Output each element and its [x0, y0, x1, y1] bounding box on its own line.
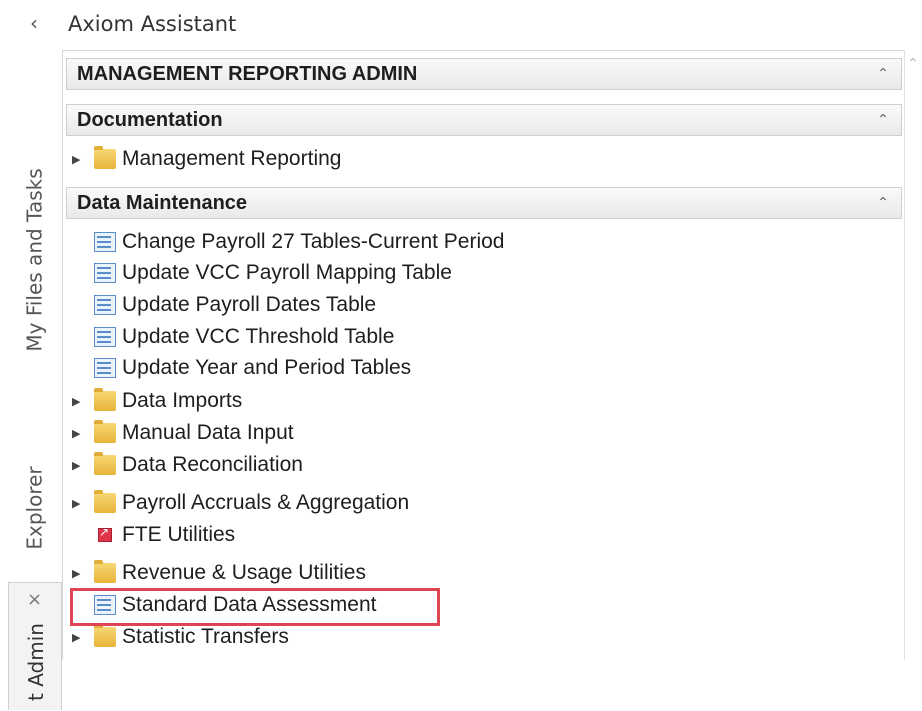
report-icon: [94, 327, 116, 347]
tree-item-label: Manual Data Input: [122, 421, 294, 444]
tree-item-label: Update VCC Threshold Table: [122, 325, 395, 348]
tree-item-label: Payroll Accruals & Aggregation: [122, 491, 410, 514]
expand-arrow-icon[interactable]: ▶: [72, 153, 90, 166]
highlight-box: [70, 588, 440, 626]
tree-item-change-payroll-27-tables[interactable]: Change Payroll 27 Tables-Current Period: [66, 227, 902, 257]
report-icon: [94, 263, 116, 283]
tree-item-manual-data-input[interactable]: ▶ Manual Data Input: [66, 418, 902, 448]
section-header-data-maintenance[interactable]: Data Maintenance ⌃: [66, 187, 902, 219]
tree-item-statistic-transfers[interactable]: ▶ Statistic Transfers: [66, 622, 902, 652]
tree-item-revenue-usage-utilities[interactable]: ▶ Revenue & Usage Utilities: [66, 558, 902, 588]
tree-item-update-vcc-payroll-mapping-table[interactable]: Update VCC Payroll Mapping Table: [66, 258, 902, 288]
folder-icon: [94, 624, 116, 647]
section-title: Data Maintenance: [77, 191, 248, 214]
assistant-header: ‹ Axiom Assistant: [0, 0, 922, 48]
section-title: Documentation: [77, 108, 223, 131]
expand-arrow-icon[interactable]: ▶: [72, 459, 90, 472]
tree-item-data-reconciliation[interactable]: ▶ Data Reconciliation: [66, 450, 902, 480]
tree-item-label: Revenue & Usage Utilities: [122, 561, 366, 584]
folder-icon: [94, 560, 116, 583]
collapse-panel-icon[interactable]: ‹: [22, 8, 46, 38]
tree-item-label: Change Payroll 27 Tables-Current Period: [122, 230, 505, 253]
tree-item-label: Update Year and Period Tables: [122, 356, 412, 379]
tab-label: My Files and Tasks: [23, 168, 48, 352]
tree-item-fte-utilities[interactable]: FTE Utilities: [66, 520, 902, 550]
tab-explorer[interactable]: Explorer: [8, 445, 62, 570]
scroll-up-icon[interactable]: ⌃: [907, 56, 919, 72]
close-tab-icon[interactable]: ×: [27, 589, 42, 610]
tree-item-management-reporting[interactable]: ▶ Management Reporting: [66, 144, 902, 174]
collapse-chevron-icon[interactable]: ⌃: [865, 112, 901, 128]
tree-item-update-vcc-threshold-table[interactable]: Update VCC Threshold Table: [66, 322, 902, 352]
folder-icon: [94, 388, 116, 411]
tree-item-label: Statistic Transfers: [122, 625, 289, 648]
vertical-tab-strip: My Files and Tasks Explorer × t Admin: [0, 50, 62, 710]
tree-item-data-imports[interactable]: ▶ Data Imports: [66, 386, 902, 416]
tree-item-label: Data Imports: [122, 389, 243, 412]
folder-icon: [94, 490, 116, 513]
app-title: Axiom Assistant: [68, 12, 237, 36]
folder-icon: [94, 146, 116, 169]
expand-arrow-icon[interactable]: ▶: [72, 427, 90, 440]
tree-item-label: Update Payroll Dates Table: [122, 293, 377, 316]
tree-item-label: Update VCC Payroll Mapping Table: [122, 261, 452, 284]
collapse-chevron-icon[interactable]: ⌃: [865, 66, 901, 82]
tree-item-update-year-and-period-tables[interactable]: Update Year and Period Tables: [66, 353, 902, 383]
tab-label: t Admin: [24, 623, 49, 701]
expand-arrow-icon[interactable]: ▶: [72, 631, 90, 644]
tree-item-label: Data Reconciliation: [122, 453, 303, 476]
section-header-documentation[interactable]: Documentation ⌃: [66, 104, 902, 136]
report-icon: [94, 358, 116, 378]
tree-item-payroll-accruals-aggregation[interactable]: ▶ Payroll Accruals & Aggregation: [66, 488, 902, 518]
report-icon: [94, 295, 116, 315]
folder-icon: [94, 452, 116, 475]
tab-admin[interactable]: × t Admin: [8, 582, 62, 710]
tab-label: Explorer: [23, 465, 47, 550]
shortcut-icon: [98, 525, 112, 542]
expand-arrow-icon[interactable]: ▶: [72, 395, 90, 408]
report-icon: [94, 232, 116, 252]
section-title: MANAGEMENT REPORTING ADMIN: [77, 62, 418, 85]
tree-item-update-payroll-dates-table[interactable]: Update Payroll Dates Table: [66, 290, 902, 320]
tree-item-label: FTE Utilities: [122, 523, 236, 546]
tree-item-label: Management Reporting: [122, 147, 342, 170]
section-header-management-reporting-admin[interactable]: MANAGEMENT REPORTING ADMIN ⌃: [66, 58, 902, 90]
expand-arrow-icon[interactable]: ▶: [72, 567, 90, 580]
scrollbar[interactable]: ⌃: [904, 50, 922, 660]
folder-icon: [94, 420, 116, 443]
collapse-chevron-icon[interactable]: ⌃: [865, 195, 901, 211]
tab-my-files-and-tasks[interactable]: My Files and Tasks: [8, 130, 62, 390]
expand-arrow-icon[interactable]: ▶: [72, 497, 90, 510]
